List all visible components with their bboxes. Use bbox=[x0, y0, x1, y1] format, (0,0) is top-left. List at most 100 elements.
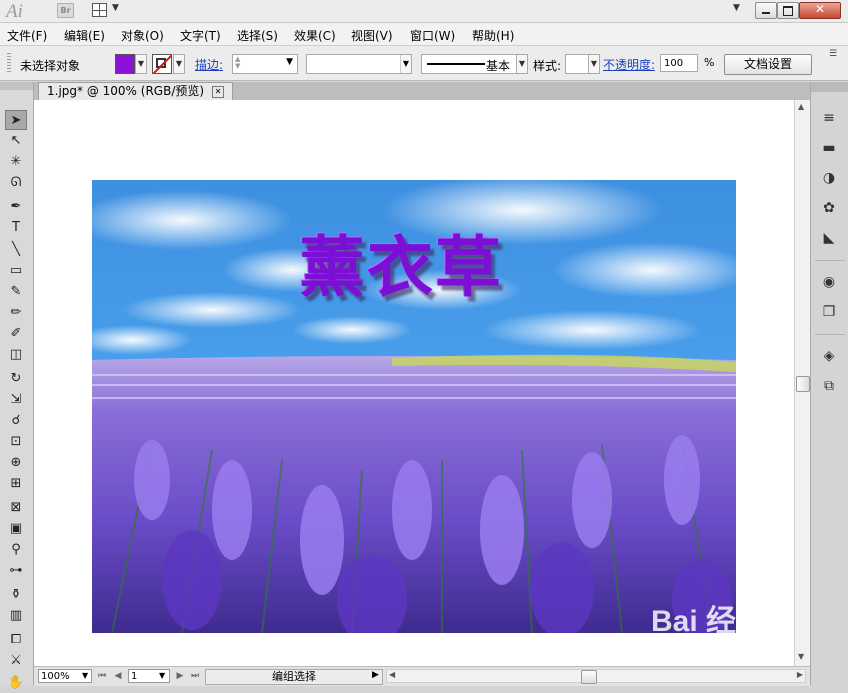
variable-width-profile[interactable]: ▼ bbox=[306, 54, 412, 74]
headline-text-object[interactable]: 薰衣草 bbox=[92, 209, 736, 306]
style-dropdown[interactable]: ▼ bbox=[588, 54, 600, 74]
vertical-scroll-thumb[interactable] bbox=[796, 376, 810, 392]
scroll-up-icon[interactable]: ▲ bbox=[798, 102, 804, 111]
color-guide-icon[interactable]: ◑ bbox=[819, 168, 839, 188]
vertical-scrollbar[interactable]: ▲ ▼ bbox=[794, 100, 810, 666]
close-button[interactable]: ✕ bbox=[799, 2, 841, 19]
workspace-dropdown-icon[interactable]: ▼ bbox=[733, 3, 740, 13]
artboard-dropdown-icon[interactable]: ▼ bbox=[159, 671, 165, 680]
tools-panel-header[interactable] bbox=[0, 82, 33, 90]
minimize-button[interactable] bbox=[755, 2, 777, 19]
watermark-url: jingyan.baidu.com bbox=[651, 648, 771, 662]
previous-artboard-icon[interactable]: ◀ bbox=[112, 669, 124, 683]
brush-name: 基本 bbox=[486, 59, 511, 73]
swatches-panel-icon[interactable]: ✿ bbox=[819, 198, 839, 218]
rectangle-tool-icon[interactable]: ▭ bbox=[5, 261, 27, 281]
menu-select[interactable]: 选择(S) bbox=[237, 27, 278, 44]
document-setup-button[interactable]: 文档设置 bbox=[724, 54, 812, 75]
chevron-down-icon[interactable]: ▼ bbox=[286, 57, 293, 67]
status-tool-readout[interactable]: 编组选择 bbox=[205, 669, 383, 685]
scroll-left-icon[interactable]: ◀ bbox=[389, 670, 395, 679]
stroke-color-swatch[interactable] bbox=[152, 54, 172, 74]
control-panel-menu-icon[interactable]: ☰ bbox=[829, 49, 837, 59]
fill-color-swatch[interactable] bbox=[115, 54, 135, 74]
pencil-tool-icon[interactable]: ✏ bbox=[5, 303, 27, 323]
chevron-down-icon[interactable]: ▼ bbox=[400, 55, 411, 73]
menu-lines-icon[interactable]: ≡ bbox=[819, 108, 839, 128]
selection-status-label: 未选择对象 bbox=[20, 59, 81, 73]
brush-definition[interactable]: 基本 bbox=[421, 54, 518, 74]
menu-file[interactable]: 文件(F) bbox=[7, 27, 47, 44]
rotate-tool-icon[interactable]: ↻ bbox=[5, 369, 27, 389]
layers-panel-icon[interactable]: ◈ bbox=[819, 346, 839, 366]
gradient-tool-icon[interactable]: ▣ bbox=[5, 519, 27, 539]
opacity-input[interactable]: 100 bbox=[660, 54, 698, 72]
pen-tool-icon[interactable]: ✒ bbox=[5, 197, 27, 217]
next-artboard-icon[interactable]: ▶ bbox=[174, 669, 186, 683]
shape-builder-tool-icon[interactable]: ⊕ bbox=[5, 453, 27, 473]
magic-wand-tool-icon[interactable]: ✳ bbox=[5, 152, 27, 172]
brush-dropdown[interactable]: ▼ bbox=[516, 54, 528, 74]
maximize-button[interactable] bbox=[777, 2, 799, 19]
scale-tool-icon[interactable]: ⇲ bbox=[5, 390, 27, 410]
menu-effect[interactable]: 效果(C) bbox=[294, 27, 336, 44]
symbols-panel-icon[interactable]: ◉ bbox=[819, 272, 839, 292]
horizontal-scroll-thumb[interactable] bbox=[581, 670, 597, 684]
fill-dropdown[interactable]: ▼ bbox=[135, 54, 147, 74]
slice-tool-icon[interactable]: ⚔ bbox=[5, 651, 27, 671]
zoom-dropdown-icon[interactable]: ▼ bbox=[82, 671, 88, 680]
warp-tool-icon[interactable]: ☌ bbox=[5, 411, 27, 431]
status-menu-arrow-icon[interactable]: ▶ bbox=[372, 670, 379, 680]
close-tab-icon[interactable]: ✕ bbox=[212, 85, 225, 98]
menu-view[interactable]: 视图(V) bbox=[351, 27, 393, 44]
stepper-icon[interactable]: ▲ ▼ bbox=[235, 56, 240, 70]
brushes-panel-icon[interactable]: ◣ bbox=[819, 228, 839, 248]
last-artboard-icon[interactable]: ⏭ bbox=[189, 669, 201, 683]
column-graph-tool-icon[interactable]: ▥ bbox=[5, 606, 27, 626]
type-tool-icon[interactable]: T bbox=[5, 218, 27, 238]
panel-separator bbox=[815, 260, 845, 261]
scroll-right-icon[interactable]: ▶ bbox=[797, 670, 803, 679]
perspective-grid-tool-icon[interactable]: ⊞ bbox=[5, 474, 27, 494]
line-tool-icon[interactable]: ╲ bbox=[5, 240, 27, 260]
menu-window[interactable]: 窗口(W) bbox=[410, 27, 455, 44]
menu-type[interactable]: 文字(T) bbox=[180, 27, 221, 44]
paintbrush-tool-icon[interactable]: ✎ bbox=[5, 282, 27, 302]
bridge-button[interactable]: Br bbox=[57, 3, 74, 18]
eraser-tool-icon[interactable]: ◫ bbox=[5, 345, 27, 365]
graphic-styles-icon[interactable]: ❐ bbox=[819, 302, 839, 322]
symbol-sprayer-tool-icon[interactable]: ⚱ bbox=[5, 585, 27, 605]
graphic-style-swatch[interactable] bbox=[565, 54, 589, 74]
menu-help[interactable]: 帮助(H) bbox=[472, 27, 514, 44]
stroke-weight-field[interactable]: ▲ ▼ ▼ bbox=[232, 54, 298, 74]
scroll-down-icon[interactable]: ▼ bbox=[798, 652, 804, 661]
blob-brush-tool-icon[interactable]: ✐ bbox=[5, 324, 27, 344]
eyedropper-tool-icon[interactable]: ⚲ bbox=[5, 540, 27, 560]
close-icon: ✕ bbox=[814, 2, 826, 16]
mesh-tool-icon[interactable]: ⊠ bbox=[5, 498, 27, 518]
stroke-dropdown[interactable]: ▼ bbox=[173, 54, 185, 74]
menu-object[interactable]: 对象(O) bbox=[121, 27, 164, 44]
panel-grip[interactable] bbox=[7, 53, 11, 73]
hand-tool-icon[interactable]: ✋ bbox=[5, 673, 27, 693]
arrange-documents-button[interactable]: ▼ bbox=[92, 3, 122, 18]
menu-edit[interactable]: 编辑(E) bbox=[64, 27, 105, 44]
lavender-headline: 薰衣草 bbox=[299, 228, 503, 306]
panel-dock-header[interactable] bbox=[811, 82, 848, 92]
blend-tool-icon[interactable]: ⊶ bbox=[5, 561, 27, 581]
direct-selection-tool-icon[interactable]: ↖ bbox=[5, 131, 27, 151]
color-panel-icon[interactable]: ▬ bbox=[819, 138, 839, 158]
selection-tool-icon[interactable]: ➤ bbox=[5, 110, 27, 130]
horizontal-scrollbar[interactable]: ◀ ▶ bbox=[386, 669, 806, 684]
stroke-panel-link[interactable]: 描边: bbox=[195, 56, 223, 73]
opacity-panel-link[interactable]: 不透明度: bbox=[603, 56, 655, 73]
document-tab-title: 1.jpg* @ 100% (RGB/预览) bbox=[47, 84, 205, 98]
artboard-tool-icon[interactable]: ⧠ bbox=[5, 630, 27, 650]
artboards-panel-icon[interactable]: ⧉ bbox=[819, 376, 839, 396]
free-transform-tool-icon[interactable]: ⊡ bbox=[5, 432, 27, 452]
document-tab[interactable]: 1.jpg* @ 100% (RGB/预览) ✕ bbox=[38, 82, 234, 101]
baidu-watermark: Bai 经验 jingyan.baidu.com bbox=[651, 596, 801, 666]
lasso-tool-icon[interactable]: ᘏ bbox=[5, 173, 27, 193]
first-artboard-icon[interactable]: ⏮ bbox=[96, 669, 108, 683]
title-bar: Ai Br ▼ ▼ ✕ bbox=[0, 0, 848, 23]
